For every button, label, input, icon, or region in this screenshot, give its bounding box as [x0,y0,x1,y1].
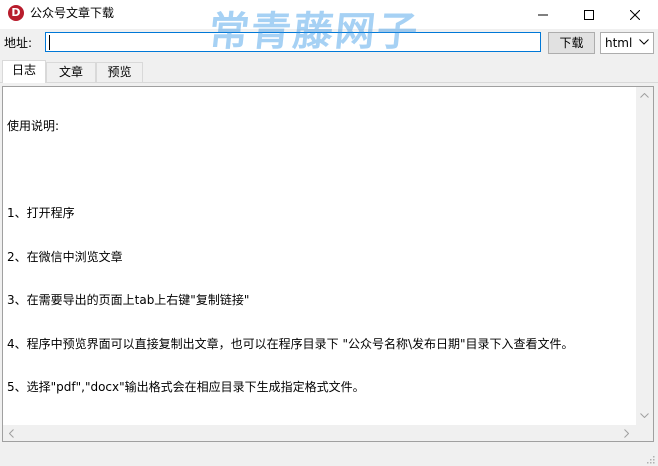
close-button[interactable] [612,0,658,29]
tab-strip: 日志 文章 预览 [0,59,658,83]
text-caret [49,35,50,50]
format-select[interactable]: html [600,32,654,54]
window-title: 公众号文章下载 [30,6,115,20]
tab-log[interactable]: 日志 [2,60,46,83]
close-icon [630,9,640,20]
arrow-up-icon[interactable] [640,93,649,98]
arrow-right-icon[interactable] [624,429,629,438]
address-toolbar: 地址: 下载 html [0,29,658,59]
log-line: 使用说明: [7,119,60,133]
tab-preview[interactable]: 预览 [96,62,143,82]
arrow-left-icon[interactable] [9,429,14,438]
log-text: 使用说明: 1、打开程序 2、在微信中浏览文章 3、在需要导出的页面上tab上右… [7,90,635,424]
maximize-button[interactable] [566,0,612,29]
tab-article[interactable]: 文章 [46,62,96,82]
format-select-value: html [605,36,633,50]
vertical-scrollbar[interactable] [636,87,653,425]
app-icon[interactable]: D [8,5,24,21]
arrow-down-icon[interactable] [640,413,649,418]
log-line: 4、程序中预览界面可以直接复制出文章，也可以在程序目录下 "公众号名称\发布日期… [7,336,574,351]
maximize-icon [584,9,594,20]
log-line: 2、在微信中浏览文章 [7,249,123,264]
address-label: 地址: [4,36,33,50]
log-textarea[interactable]: 使用说明: 1、打开程序 2、在微信中浏览文章 3、在需要导出的页面上tab上右… [2,86,654,442]
minimize-icon [538,14,548,15]
log-line: 5、选择"pdf","docx"输出格式会在相应目录下生成指定格式文件。 [7,380,365,394]
log-line: 3、在需要导出的页面上tab上右键"复制链接" [7,293,250,307]
address-input[interactable] [45,32,541,52]
minimize-button[interactable] [520,0,566,29]
log-line: 1、打开程序 [7,206,75,220]
scrollbar-corner [636,425,653,441]
chevron-down-icon [639,39,649,45]
download-button[interactable]: 下载 [548,32,595,54]
title-bar: D 公众号文章下载 [0,0,658,29]
horizontal-scrollbar[interactable] [3,425,636,441]
resize-grip-icon[interactable] [645,454,655,464]
